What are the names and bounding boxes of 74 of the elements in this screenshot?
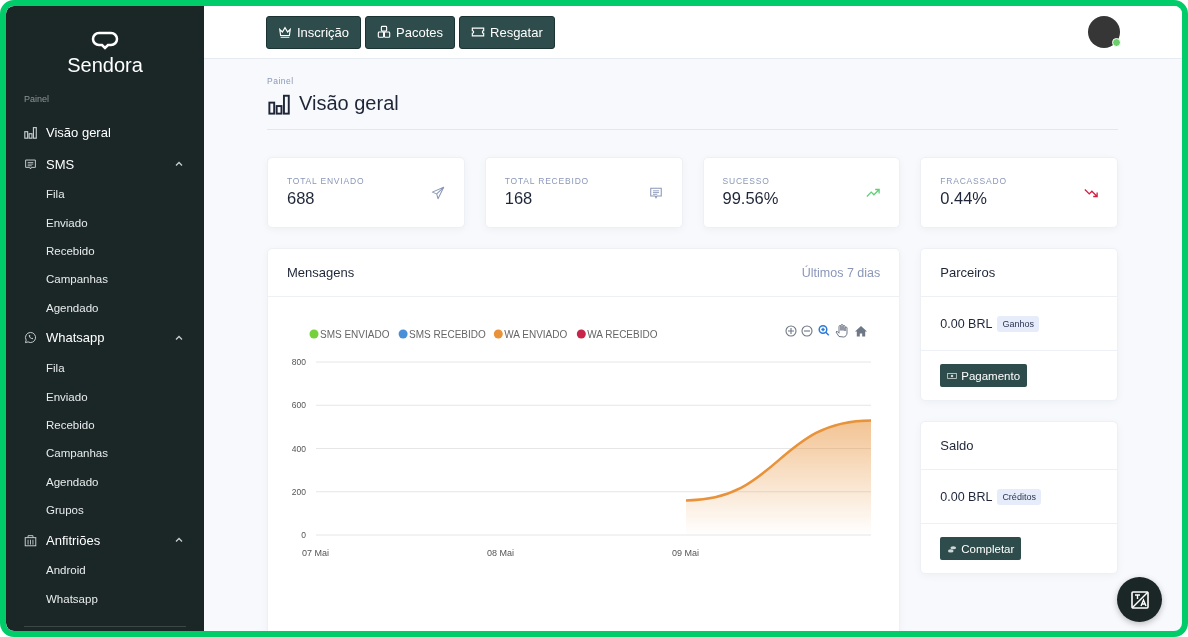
- stat-label: FRACASSADO: [940, 176, 1008, 186]
- stat-value: 99.56%: [722, 189, 780, 208]
- logo-text: Sendora: [67, 54, 143, 76]
- cash-icon: [947, 370, 958, 381]
- stat-value: 168: [504, 189, 534, 208]
- y-tick-label: 800: [291, 357, 306, 367]
- message-icon: [24, 157, 37, 171]
- amount: 0.00 BRL: [940, 489, 993, 504]
- stat-value: 0.44%: [940, 189, 989, 208]
- action-button[interactable]: Pagamento: [940, 364, 1028, 387]
- action-button[interactable]: Completar: [940, 537, 1022, 560]
- sidebar-subitem[interactable]: Campanhas: [6, 439, 204, 468]
- sidebar-subitem[interactable]: Fila: [6, 353, 204, 383]
- trend-down-icon: [1084, 186, 1098, 200]
- top-button[interactable]: Pacotes: [365, 15, 455, 49]
- y-tick-label: 0: [301, 530, 306, 540]
- sidebar-item[interactable]: SMS: [6, 148, 204, 180]
- y-tick-label: 200: [291, 486, 306, 497]
- hand-icon[interactable]: [835, 324, 848, 338]
- sidebar-subitem[interactable]: Enviado: [6, 382, 204, 411]
- legend-label: SMS RECEBIDO: [409, 329, 486, 340]
- boxes-icon: [377, 25, 392, 39]
- page-title: Visão geral: [299, 92, 399, 115]
- sidebar-subitem[interactable]: Campanhas: [6, 265, 204, 294]
- stat-value: 688: [287, 189, 316, 208]
- sidebar-subitem[interactable]: Grupos: [6, 495, 204, 525]
- section-label: Painel: [24, 94, 51, 104]
- translate-icon: [1129, 589, 1150, 610]
- sidebar-subitem[interactable]: Agendado: [6, 293, 204, 322]
- sidebar-subitem[interactable]: Whatsapp: [6, 584, 204, 614]
- x-tick-label: 08 Mai: [487, 548, 514, 558]
- sidebar-item[interactable]: Visão geral: [6, 116, 204, 148]
- legend-label: WA RECEBIDO: [587, 329, 658, 340]
- card-title: Saldo: [940, 438, 975, 453]
- stat-label: SUCESSO: [722, 176, 771, 186]
- paper-plane-icon: [430, 186, 445, 200]
- sidebar-subitem[interactable]: Agendado: [6, 467, 204, 496]
- sidebar-subitem[interactable]: Recebido: [6, 410, 204, 440]
- home-icon[interactable]: [855, 326, 867, 337]
- trend-up-icon: [866, 186, 881, 200]
- crown-icon: [278, 25, 292, 39]
- card-title: Parceiros: [940, 265, 997, 280]
- badge: Créditos: [997, 488, 1041, 505]
- stat-label: TOTAL RECEBIDO: [504, 176, 590, 186]
- message-icon: [648, 186, 663, 200]
- sidebar-subitem[interactable]: Android: [6, 556, 204, 585]
- sidebar-subitem[interactable]: Fila: [6, 180, 204, 209]
- card-title: Mensagens: [287, 265, 356, 280]
- stat-label: TOTAL ENVIADO: [287, 176, 366, 186]
- amount: 0.00 BRL: [940, 316, 993, 331]
- ticket-icon: [471, 25, 485, 39]
- magnifier-icon[interactable]: [818, 324, 830, 336]
- sidebar-subitem[interactable]: Recebido: [6, 236, 204, 266]
- badge: Ganhos: [997, 315, 1039, 332]
- sidebar-item[interactable]: Anfitriões: [6, 524, 204, 557]
- coins-icon: [947, 543, 958, 554]
- legend-label: WA ENVIADO: [504, 329, 568, 340]
- zoom-out-icon[interactable]: [801, 325, 813, 337]
- x-tick-label: 09 Mai: [672, 548, 699, 558]
- top-button[interactable]: Inscrição: [266, 15, 362, 49]
- zoom-in-icon[interactable]: [785, 325, 797, 337]
- y-tick-label: 600: [291, 400, 306, 411]
- sidebar-item[interactable]: Whatsapp: [6, 321, 204, 354]
- whatsapp-icon: [24, 331, 37, 345]
- bar-chart-icon: [24, 125, 37, 139]
- building-icon: [24, 533, 37, 547]
- legend-label: SMS ENVIADO: [320, 329, 390, 340]
- translate-button[interactable]: [1117, 577, 1162, 622]
- x-tick-label: 07 Mai: [302, 548, 329, 558]
- bar-chart-icon: [267, 92, 291, 115]
- sidebar-subitem[interactable]: Enviado: [6, 208, 204, 237]
- y-tick-label: 400: [291, 443, 306, 454]
- avatar[interactable]: [1088, 16, 1120, 48]
- top-button[interactable]: Resgatar: [459, 15, 555, 49]
